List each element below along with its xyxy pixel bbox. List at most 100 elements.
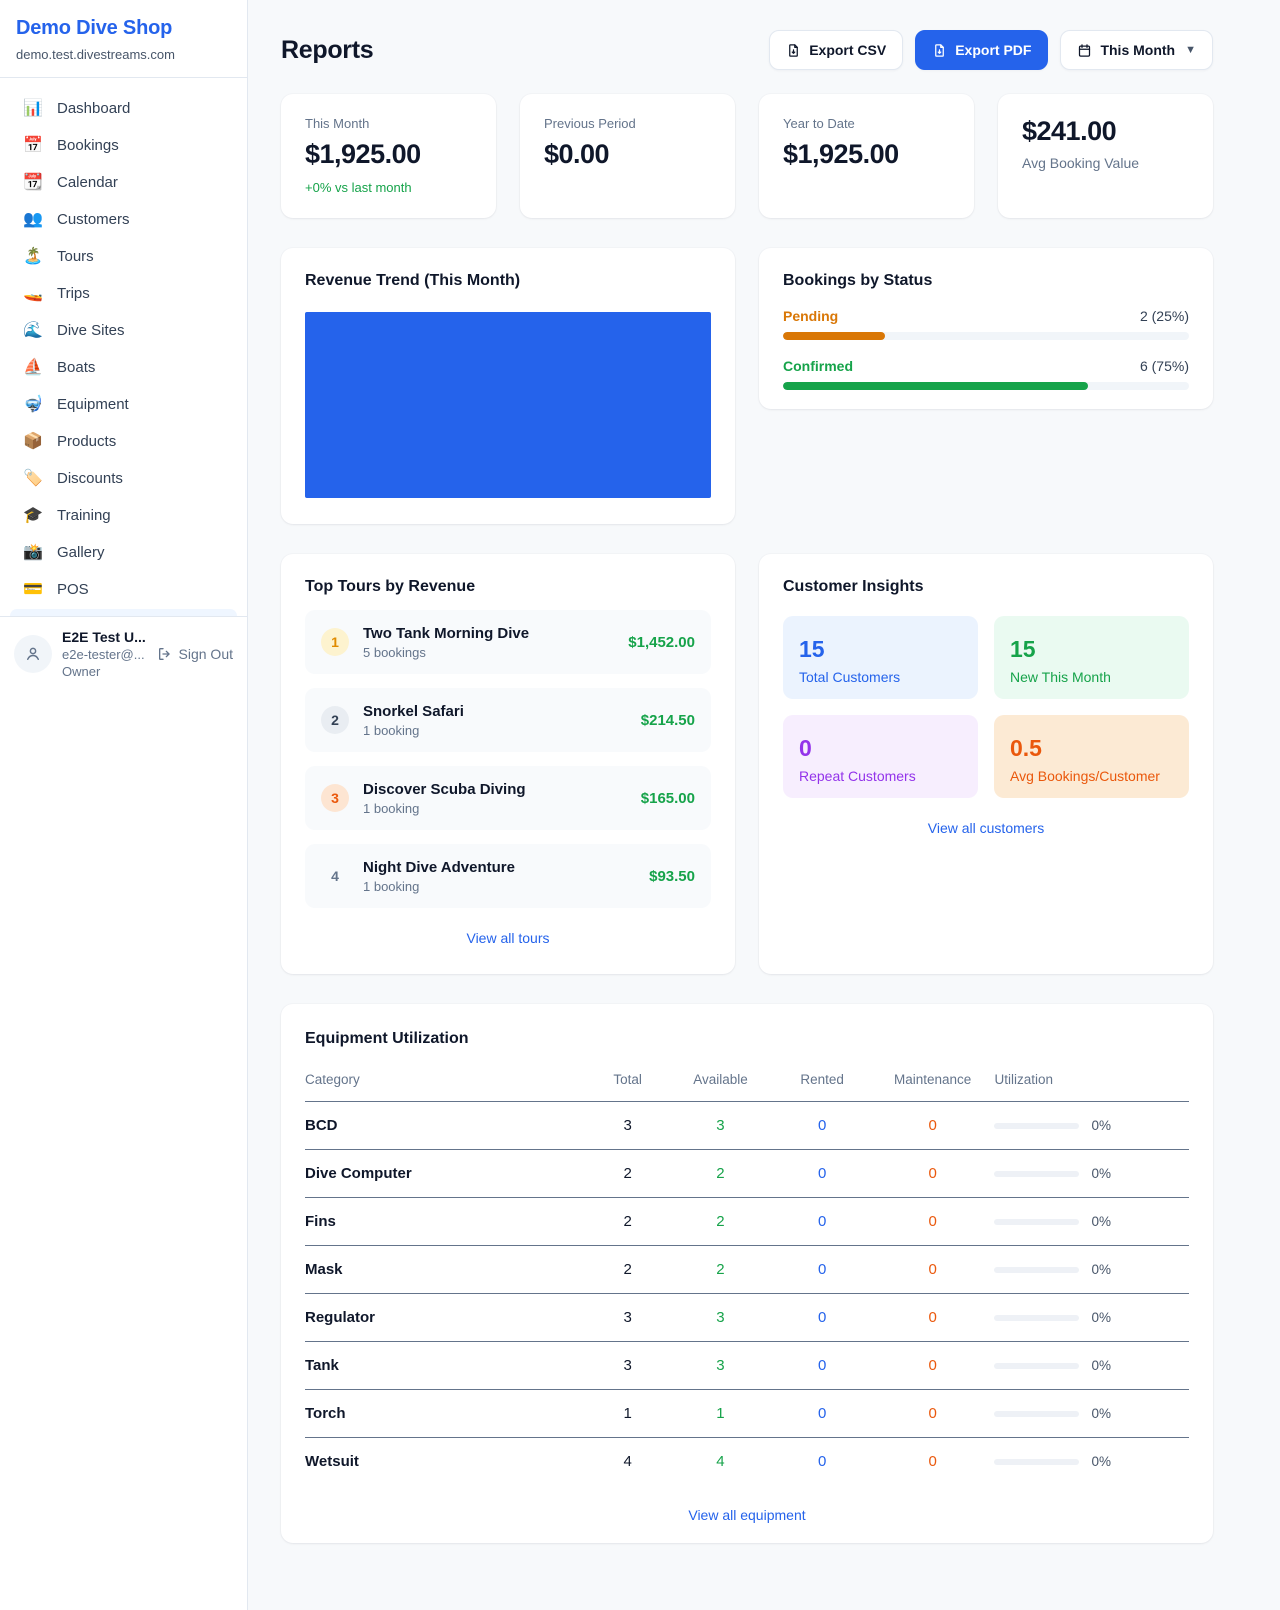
sidebar-item-reports-active-partial[interactable] bbox=[10, 609, 237, 616]
progress-track bbox=[783, 382, 1189, 390]
table-row: Wetsuit 4 4 0 0 0% bbox=[305, 1438, 1189, 1486]
stat-value: $241.00 bbox=[1022, 116, 1189, 147]
shop-domain: demo.test.divestreams.com bbox=[16, 47, 231, 62]
sidebar-item-icon: ⛵ bbox=[22, 360, 44, 376]
sign-out-button[interactable]: Sign Out bbox=[157, 646, 233, 662]
table-row: Regulator 3 3 0 0 0% bbox=[305, 1294, 1189, 1342]
progress-fill bbox=[783, 332, 885, 340]
equipment-available: 3 bbox=[667, 1102, 773, 1150]
top-tours-card: Top Tours by Revenue 1 Two Tank Morning … bbox=[281, 554, 735, 974]
equipment-table: Category Total Available Rented Maintena… bbox=[305, 1066, 1189, 1485]
insight-value: 15 bbox=[1010, 636, 1173, 663]
insight-tile-repeat-customers: 0 Repeat Customers bbox=[783, 715, 978, 798]
sidebar-item-icon: 📅 bbox=[22, 138, 44, 154]
equipment-utilization-card: Equipment Utilization Category Total Ava… bbox=[281, 1004, 1213, 1543]
export-pdf-button[interactable]: Export PDF bbox=[915, 30, 1048, 70]
user-footer: E2E Test U... e2e-tester@... Owner Sign … bbox=[0, 616, 247, 691]
sidebar-item-icon: 📸 bbox=[22, 545, 44, 561]
equipment-rented: 0 bbox=[774, 1198, 871, 1246]
file-download-icon bbox=[786, 43, 801, 58]
stat-card-previous-period: Previous Period $0.00 bbox=[520, 94, 735, 218]
insight-value: 15 bbox=[799, 636, 962, 663]
utilization-percent: 0% bbox=[1091, 1262, 1111, 1277]
view-all-customers-link[interactable]: View all customers bbox=[783, 820, 1189, 836]
equipment-rented: 0 bbox=[774, 1390, 871, 1438]
sidebar-item[interactable]: ⛵ Boats bbox=[10, 349, 237, 386]
sidebar-item-icon: 🏷️ bbox=[22, 471, 44, 487]
column-header: Maintenance bbox=[871, 1066, 995, 1102]
sidebar-item[interactable]: 🌊 Dive Sites bbox=[10, 312, 237, 349]
utilization-percent: 0% bbox=[1091, 1454, 1111, 1469]
table-header-row: Category Total Available Rented Maintena… bbox=[305, 1066, 1189, 1102]
equipment-total: 3 bbox=[588, 1294, 668, 1342]
period-dropdown[interactable]: This Month ▼ bbox=[1060, 30, 1213, 70]
tour-bookings: 5 bookings bbox=[363, 645, 614, 660]
tour-revenue: $1,452.00 bbox=[628, 634, 695, 651]
column-header: Total bbox=[588, 1066, 668, 1102]
table-row: Mask 2 2 0 0 0% bbox=[305, 1246, 1189, 1294]
equipment-category: Torch bbox=[305, 1390, 588, 1438]
main-content: Reports Export CSV Export PDF bbox=[248, 0, 1280, 1573]
sidebar-item[interactable]: 👥 Customers bbox=[10, 201, 237, 238]
sidebar-item-icon: 👥 bbox=[22, 212, 44, 228]
sidebar-item[interactable]: 🚤 Trips bbox=[10, 275, 237, 312]
equipment-total: 2 bbox=[588, 1198, 668, 1246]
column-header: Available bbox=[667, 1066, 773, 1102]
equipment-available: 2 bbox=[667, 1246, 773, 1294]
sidebar-item[interactable]: 📆 Calendar bbox=[10, 164, 237, 201]
stat-card-this-month: This Month $1,925.00 +0% vs last month bbox=[281, 94, 496, 218]
table-row: Torch 1 1 0 0 0% bbox=[305, 1390, 1189, 1438]
table-row: Dive Computer 2 2 0 0 0% bbox=[305, 1150, 1189, 1198]
user-meta: E2E Test U... e2e-tester@... Owner bbox=[62, 629, 147, 679]
sidebar-item[interactable]: 🎓 Training bbox=[10, 497, 237, 534]
sidebar-item[interactable]: 🏷️ Discounts bbox=[10, 460, 237, 497]
person-icon bbox=[24, 645, 42, 663]
sidebar-item-label: Tours bbox=[57, 248, 94, 265]
sidebar-item[interactable]: 📊 Dashboard bbox=[10, 90, 237, 127]
equipment-available: 1 bbox=[667, 1390, 773, 1438]
tour-row: 4 Night Dive Adventure 1 booking $93.50 bbox=[305, 844, 711, 908]
utilization-track bbox=[994, 1363, 1079, 1369]
bookings-by-status-card: Bookings by Status Pending 2 (25%) Confi… bbox=[759, 248, 1213, 409]
export-csv-label: Export CSV bbox=[809, 42, 886, 58]
table-row: Fins 2 2 0 0 0% bbox=[305, 1198, 1189, 1246]
sidebar-item-label: Products bbox=[57, 433, 116, 450]
file-download-icon bbox=[932, 43, 947, 58]
sidebar-item-label: Calendar bbox=[57, 174, 118, 191]
tour-name: Snorkel Safari bbox=[363, 703, 627, 720]
period-label: This Month bbox=[1100, 42, 1175, 58]
sidebar-item-icon: 📆 bbox=[22, 175, 44, 191]
shop-name: Demo Dive Shop bbox=[16, 17, 231, 40]
equipment-rented: 0 bbox=[774, 1294, 871, 1342]
utilization-percent: 0% bbox=[1091, 1214, 1111, 1229]
column-header: Rented bbox=[774, 1066, 871, 1102]
sidebar-item[interactable]: 💳 POS bbox=[10, 571, 237, 608]
progress-fill bbox=[783, 382, 1088, 390]
sidebar-item[interactable]: 📅 Bookings bbox=[10, 127, 237, 164]
sidebar-item[interactable]: 📦 Products bbox=[10, 423, 237, 460]
status-row-pending: Pending 2 (25%) bbox=[783, 308, 1189, 340]
view-all-tours-link[interactable]: View all tours bbox=[305, 930, 711, 946]
page-title: Reports bbox=[281, 36, 373, 65]
utilization-track bbox=[994, 1411, 1079, 1417]
sidebar-item[interactable]: 📸 Gallery bbox=[10, 534, 237, 571]
sidebar-header: Demo Dive Shop demo.test.divestreams.com bbox=[0, 0, 247, 78]
tour-revenue: $214.50 bbox=[641, 712, 695, 729]
sidebar-item-label: Customers bbox=[57, 211, 130, 228]
calendar-icon bbox=[1077, 43, 1092, 58]
equipment-rented: 0 bbox=[774, 1246, 871, 1294]
sidebar-item-label: POS bbox=[57, 581, 89, 598]
sidebar-item-label: Dashboard bbox=[57, 100, 130, 117]
view-all-equipment-link[interactable]: View all equipment bbox=[305, 1507, 1189, 1523]
bookings-by-status-title: Bookings by Status bbox=[783, 272, 1189, 290]
sidebar-item[interactable]: 🏝️ Tours bbox=[10, 238, 237, 275]
export-csv-button[interactable]: Export CSV bbox=[769, 30, 903, 70]
sidebar-item-icon: 🌊 bbox=[22, 323, 44, 339]
stat-card-avg-booking-value: $241.00 Avg Booking Value bbox=[998, 94, 1213, 218]
rank-badge: 3 bbox=[321, 784, 349, 812]
sidebar-item-label: Training bbox=[57, 507, 111, 524]
sidebar-item[interactable]: 🤿 Equipment bbox=[10, 386, 237, 423]
utilization-percent: 0% bbox=[1091, 1166, 1111, 1181]
equipment-maintenance: 0 bbox=[871, 1438, 995, 1486]
top-tours-title: Top Tours by Revenue bbox=[305, 578, 711, 596]
